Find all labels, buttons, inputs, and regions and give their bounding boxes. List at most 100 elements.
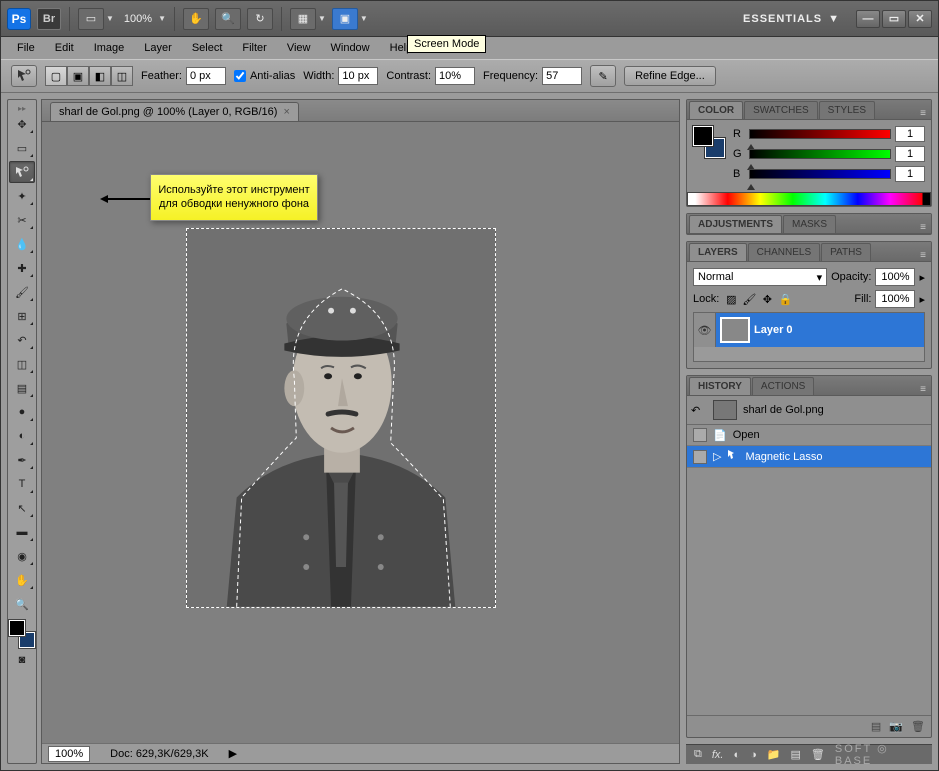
bridge-icon[interactable]: Br [37,8,61,30]
lock-pixels-icon[interactable]: 🖌 [741,291,757,307]
panel-menu-icon[interactable]: ≡ [915,222,931,233]
dodge-tool[interactable]: ◐ [9,425,35,447]
gradient-tool[interactable]: ▤ [9,377,35,399]
selection-new-button[interactable]: ▢ [45,66,67,86]
snapshot-brush-icon[interactable]: ↶ [691,404,707,417]
group-icon[interactable]: 📁 [767,748,781,761]
crop-tool[interactable]: ✂ [9,209,35,231]
eraser-tool[interactable]: ◫ [9,353,35,375]
panel-menu-icon[interactable]: ≡ [915,108,931,119]
tab-paths[interactable]: PATHS [821,243,871,261]
current-tool-icon[interactable] [11,65,37,87]
stamp-tool[interactable]: ⊞ [9,305,35,327]
delete-state-icon[interactable]: 🗑 [911,720,925,733]
color-panel-swatches[interactable] [693,126,725,158]
new-snapshot-icon[interactable]: 📷 [889,720,903,733]
3d-tool[interactable]: ◉ [9,545,35,567]
tab-channels[interactable]: CHANNELS [748,243,820,261]
tab-color[interactable]: COLOR [689,101,743,119]
new-doc-from-state-icon[interactable]: ▤ [871,720,881,733]
document-image[interactable] [186,228,496,608]
minimize-button[interactable]: — [856,10,880,28]
rotate-view-icon[interactable]: ↻ [247,8,273,30]
fill-input[interactable] [875,290,915,308]
layer-mask-icon[interactable]: ◐ [733,749,740,761]
quickmask-button[interactable]: ◙ [9,649,35,671]
history-gutter[interactable] [693,428,707,442]
menu-file[interactable]: File [7,39,45,57]
arrange-dropdown[interactable]: ▦ ▼ [290,8,326,30]
color-spectrum[interactable] [687,192,931,206]
tab-swatches[interactable]: SWATCHES [744,101,818,119]
feather-input[interactable] [186,67,226,85]
maximize-button[interactable]: ▭ [882,10,906,28]
selection-subtract-button[interactable]: ◧ [89,66,111,86]
layer-thumbnail[interactable] [720,317,750,343]
pen-tool[interactable]: ✒ [9,449,35,471]
fill-arrow-icon[interactable]: ▸ [919,293,925,306]
layer-row[interactable]: 👁 Layer 0 [694,313,924,347]
status-zoom[interactable]: 100% [48,746,90,762]
visibility-toggle-icon[interactable]: 👁 [694,313,716,347]
menu-view[interactable]: View [277,39,321,57]
screenmode-dropdown[interactable]: ▣ ▼ [332,8,368,30]
delete-layer-icon[interactable]: 🗑 [811,748,825,761]
adjustment-layer-icon[interactable]: ◑ [750,749,757,761]
opacity-arrow-icon[interactable]: ▸ [919,271,925,284]
ps-logo-icon[interactable]: Ps [7,8,31,30]
menu-layer[interactable]: Layer [134,39,182,57]
shape-tool[interactable]: ▬ [9,521,35,543]
toolbox-handle[interactable]: ▸▸ [8,104,36,112]
menu-window[interactable]: Window [321,39,380,57]
eyedropper-tool[interactable]: 💧 [9,233,35,255]
close-button[interactable]: ✕ [908,10,932,28]
lock-transparent-icon[interactable]: ▨ [723,291,739,307]
tab-layers[interactable]: LAYERS [689,243,747,261]
g-slider[interactable] [749,149,891,159]
link-layers-icon[interactable]: ⧉ [694,748,702,761]
b-input[interactable] [895,166,925,182]
selection-add-button[interactable]: ▣ [67,66,89,86]
hand-tool-icon[interactable]: ✋ [183,8,209,30]
lock-position-icon[interactable]: ✥ [759,291,775,307]
path-select-tool[interactable]: ↖ [9,497,35,519]
b-slider[interactable] [749,169,891,179]
frequency-input[interactable] [542,67,582,85]
zoom-dropdown[interactable]: 100% ▼ [120,13,166,25]
move-tool[interactable]: ✥ [9,113,35,135]
history-gutter[interactable] [693,450,707,464]
lock-all-icon[interactable]: 🔒 [777,291,793,307]
panel-menu-icon[interactable]: ≡ [915,384,931,395]
zoom-tool-icon[interactable]: 🔍 [215,8,241,30]
tab-masks[interactable]: MASKS [783,215,836,233]
opacity-input[interactable] [875,268,915,286]
type-tool[interactable]: T [9,473,35,495]
blur-tool[interactable]: ● [9,401,35,423]
width-input[interactable] [338,67,378,85]
tab-actions[interactable]: ACTIONS [752,377,814,395]
contrast-input[interactable] [435,67,475,85]
tab-adjustments[interactable]: ADJUSTMENTS [689,215,782,233]
history-item[interactable]: 📄 Open [687,425,931,446]
layer-name[interactable]: Layer 0 [754,324,793,336]
refine-edge-button[interactable]: Refine Edge... [624,66,716,86]
color-swatches[interactable] [9,620,35,648]
status-arrow-icon[interactable]: ▶ [229,747,237,760]
lasso-tool[interactable] [9,161,35,183]
history-item[interactable]: ▷ Magnetic Lasso [687,446,931,468]
menu-filter[interactable]: Filter [232,39,276,57]
layout-dropdown[interactable]: ▭ ▼ [78,8,114,30]
zoom-tool[interactable]: 🔍 [9,593,35,615]
brush-tool[interactable]: 🖌 [9,281,35,303]
foreground-swatch[interactable] [9,620,25,636]
history-snapshot[interactable]: ↶ sharl de Gol.png [687,396,931,425]
canvas[interactable]: Используйте этот инструмент для обводки … [42,122,679,743]
close-tab-icon[interactable]: × [283,106,289,118]
r-slider[interactable] [749,129,891,139]
menu-image[interactable]: Image [84,39,135,57]
blend-mode-dropdown[interactable]: Normal▾ [693,268,827,286]
tab-styles[interactable]: STYLES [819,101,875,119]
selection-intersect-button[interactable]: ◫ [111,66,133,86]
r-input[interactable] [895,126,925,142]
panel-menu-icon[interactable]: ≡ [915,250,931,261]
